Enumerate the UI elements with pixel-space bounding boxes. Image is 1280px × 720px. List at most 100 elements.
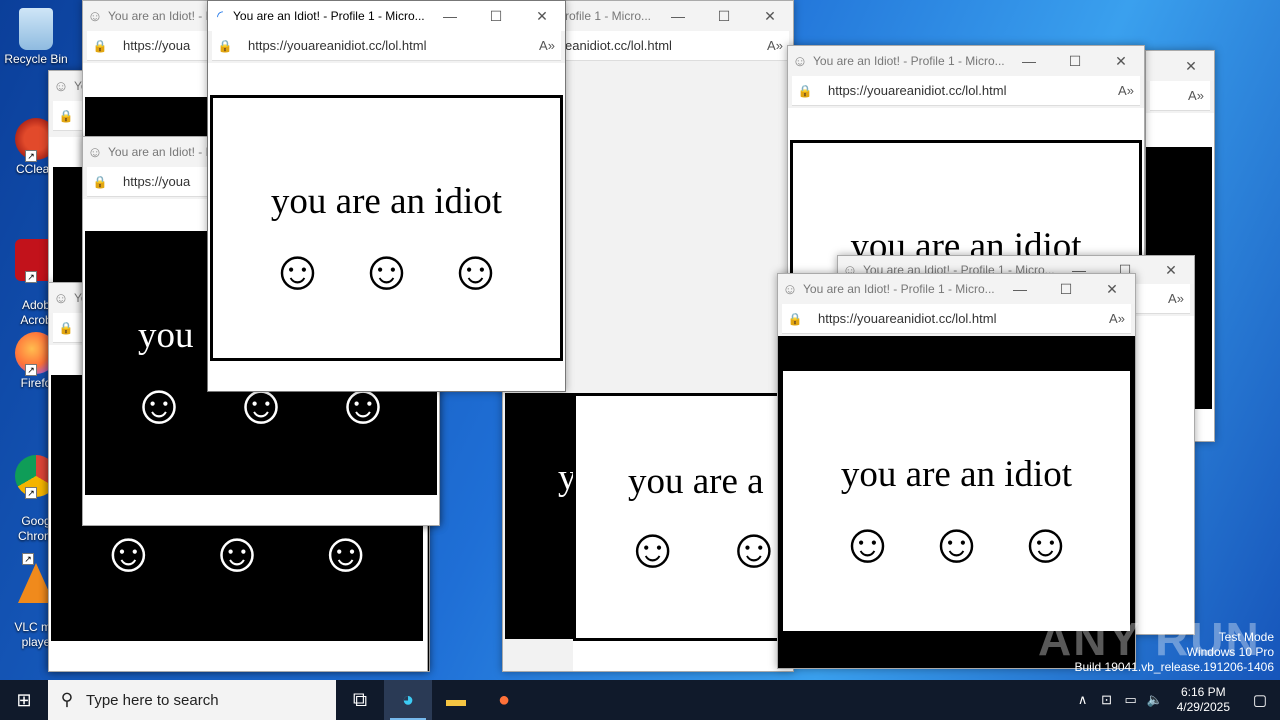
notification-icon[interactable]: ▢: [1240, 680, 1280, 720]
display-icon[interactable]: ▭: [1119, 680, 1143, 720]
title-bar[interactable]: ☺ You are an Idiot! - Profile 1 - Micro..…: [788, 46, 1144, 76]
smiley-icon: ☺: [927, 511, 986, 574]
browser-window[interactable]: ☺ You are an Idiot! - Profile 1 - Micro..…: [787, 45, 1145, 285]
clock-date: 4/29/2025: [1176, 700, 1230, 714]
close-button[interactable]: ✕: [519, 8, 565, 25]
browser-window-active[interactable]: ◜ You are an Idiot! - Profile 1 - Micro..…: [207, 0, 566, 392]
idiot-panel: you are an idiot ☺ ☺ ☺: [210, 95, 563, 361]
lock-icon: 🔒: [58, 320, 74, 335]
address-bar[interactable]: 🔒 https://youareanidiot.cc/lol.html A»: [212, 31, 561, 61]
address-bar[interactable]: A»: [1150, 81, 1210, 111]
smiley-icon: ☺: [268, 238, 327, 301]
title-bar[interactable]: ✕: [1146, 51, 1214, 81]
close-button[interactable]: ✕: [1098, 53, 1144, 70]
smiley-icon: ☺: [357, 238, 416, 301]
desktop-icon-label: Firefo: [20, 376, 52, 390]
read-aloud-icon[interactable]: A»: [1182, 88, 1210, 103]
minimize-button[interactable]: —: [1006, 53, 1052, 69]
window-title: You are an Idiot! - Profile 1 - Micro...: [813, 54, 1005, 68]
read-aloud-icon[interactable]: A»: [761, 38, 789, 53]
edge-icon: ◕: [401, 688, 415, 711]
maximize-button[interactable]: ☐: [1052, 53, 1098, 70]
smiley-row: ☺ ☺ ☺: [783, 515, 1130, 571]
url-text: https://youareanidiot.cc/lol.html: [248, 38, 427, 53]
folder-icon: ▬: [446, 688, 466, 711]
lock-icon: 🔒: [92, 38, 108, 53]
read-aloud-icon[interactable]: A»: [1162, 291, 1190, 306]
window-title: You are an Idiot! - Profile 1 - Micro...: [803, 282, 995, 296]
clock[interactable]: 6:16 PM 4/29/2025: [1167, 685, 1240, 715]
smiley-icon: ☺: [130, 372, 188, 435]
task-view-icon: ⧉: [352, 688, 368, 711]
lock-icon: 🔒: [92, 174, 108, 189]
smiley-icon: ☺: [99, 520, 157, 583]
loading-spinner-icon: ◜: [217, 8, 223, 25]
watermark-line: Build 19041.vb_release.191206-1406: [1074, 660, 1275, 674]
smiley-icon: ☺: [317, 520, 375, 583]
idiot-panel: you are a ☺ ☺: [573, 393, 793, 641]
read-aloud-icon[interactable]: A»: [533, 38, 561, 53]
idiot-text: you are a: [628, 461, 764, 502]
smiley-icon: ☺: [446, 238, 505, 301]
url-text: https://youareanidiot.cc/lol.html: [828, 83, 1007, 98]
firefox-icon: ●: [497, 688, 511, 711]
address-bar[interactable]: 🔒 https://youareanidiot.cc/lol.html A»: [792, 76, 1140, 106]
desktop-icon-label: Adob Acrob: [20, 298, 52, 327]
title-bar[interactable]: ☺ You are an Idiot! - Profile 1 - Micro..…: [778, 274, 1135, 304]
windows-logo-icon: ⊞: [16, 689, 32, 710]
title-bar[interactable]: ◜ You are an Idiot! - Profile 1 - Micro..…: [208, 1, 565, 31]
chevron-up-icon[interactable]: ∧: [1071, 680, 1095, 720]
page-content: you are an idiot ☺ ☺ ☺: [208, 63, 565, 391]
network-icon[interactable]: ⊡: [1095, 680, 1119, 720]
taskbar: ⊞ ⚲ Type here to search ⧉ ◕ ▬ ● ∧ ⊡ ▭ 🔈 …: [0, 680, 1280, 720]
address-bar[interactable]: 🔒 https://youareanidiot.cc/lol.html A»: [782, 304, 1131, 334]
idiot-text: y: [558, 457, 577, 498]
url-text: https://youareanidiot.cc/lol.html: [818, 311, 997, 326]
test-mode-watermark: Test Mode Windows 10 Pro Build 19041.vb_…: [1075, 630, 1275, 675]
read-aloud-icon[interactable]: A»: [1112, 83, 1140, 98]
system-tray: ∧ ⊡ ▭ 🔈 6:16 PM 4/29/2025 ▢: [1071, 680, 1280, 720]
watermark-line: Test Mode: [1218, 630, 1274, 644]
smiley-icon: ☺: [725, 516, 783, 579]
idiot-text: you are an idiot: [840, 454, 1073, 495]
search-box[interactable]: ⚲ Type here to search: [48, 680, 336, 720]
desktop-icon-recycle-bin[interactable]: Recycle Bin: [2, 8, 70, 67]
maximize-button[interactable]: ☐: [1043, 281, 1089, 298]
close-button[interactable]: ✕: [747, 8, 793, 25]
lock-icon: 🔒: [58, 108, 74, 123]
taskbar-firefox[interactable]: ●: [480, 680, 528, 720]
minimize-button[interactable]: —: [655, 8, 701, 24]
smiley-favicon-icon: ☺: [87, 143, 103, 161]
close-button[interactable]: ✕: [1148, 262, 1194, 279]
smiley-row: ☺ ☺ ☺: [213, 242, 560, 298]
search-icon: ⚲: [60, 690, 74, 709]
close-button[interactable]: ✕: [1089, 281, 1135, 298]
taskbar-edge[interactable]: ◕: [384, 680, 432, 720]
lock-icon: 🔒: [217, 38, 233, 53]
minimize-button[interactable]: —: [997, 281, 1043, 297]
smiley-favicon-icon: ☺: [53, 77, 69, 95]
maximize-button[interactable]: ☐: [701, 8, 747, 25]
desktop-icon-label: Recycle Bin: [4, 52, 68, 66]
minimize-button[interactable]: —: [427, 8, 473, 24]
smiley-icon: ☺: [208, 520, 266, 583]
smiley-icon: ☺: [1016, 511, 1075, 574]
recycle-bin-icon: [19, 8, 53, 50]
start-button[interactable]: ⊞: [0, 680, 48, 720]
idiot-panel: you are an idiot ☺ ☺ ☺: [780, 368, 1133, 634]
smiley-icon: ☺: [624, 516, 682, 579]
smiley-favicon-icon: ☺: [792, 52, 808, 70]
close-button[interactable]: ✕: [1168, 58, 1214, 75]
volume-icon[interactable]: 🔈: [1143, 680, 1167, 720]
watermark-line: Windows 10 Pro: [1186, 645, 1274, 659]
smiley-row: ☺ ☺: [576, 516, 793, 579]
smiley-icon: ☺: [838, 511, 897, 574]
idiot-text: you are an idiot: [270, 181, 503, 222]
window-title: You are an Idiot! - Profile 1 - Micro...: [233, 9, 425, 23]
read-aloud-icon[interactable]: A»: [1103, 311, 1131, 326]
page-content: you are a ☺ ☺: [573, 393, 793, 671]
browser-window[interactable]: ☺ You are an Idiot! - Profile 1 - Micro..…: [777, 273, 1136, 669]
maximize-button[interactable]: ☐: [473, 8, 519, 25]
taskbar-file-explorer[interactable]: ▬: [432, 680, 480, 720]
task-view-button[interactable]: ⧉: [336, 680, 384, 720]
